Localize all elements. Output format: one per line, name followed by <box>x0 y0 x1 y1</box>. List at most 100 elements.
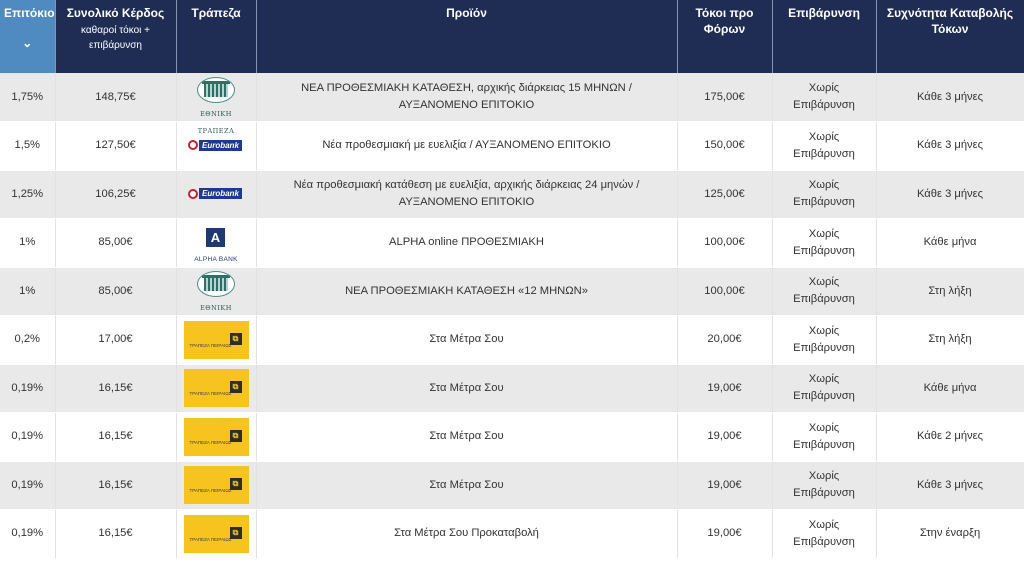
table-row[interactable]: 1% 85,00€ A ALPHA BANK ALPHA online ΠΡΟΘΕ… <box>0 218 1024 268</box>
table-row[interactable]: 0,19% 16,15€ ΤΡΑΠΕΖΑ ΠΕΙΡΑΙΩΣ ⧉ Στα Μέτρα… <box>0 461 1024 510</box>
piraeus-bank-logo[interactable]: ΤΡΑΠΕΖΑ ΠΕΙΡΑΙΩΣ ⧉ <box>183 320 249 359</box>
product-cell[interactable]: Νέα προθεσμιακή κατάθεση με ευελιξία, αρ… <box>256 170 678 219</box>
column-header-label: Επιβάρυνση <box>788 6 860 20</box>
column-header-sublabel: καθαροί τόκοι + επιβάρυνση <box>80 25 151 51</box>
product-cell[interactable]: Στα Μέτρα Σου <box>256 461 678 510</box>
alpha-bank-logo[interactable]: A ALPHA BANK <box>191 227 241 263</box>
column-header-bank[interactable]: Τράπεζα <box>176 0 257 73</box>
interest-cell: 175,00€ <box>677 73 773 122</box>
interest-cell: 150,00€ <box>677 121 773 171</box>
product-cell[interactable]: ΝΕΑ ΠΡΟΘΕΣΜΙΑΚΗ ΚΑΤΑΘΕΣΗ, αρχικής διάρκε… <box>256 73 678 122</box>
charge-cell: Χωρίς Επιβάρυνση <box>772 509 877 559</box>
eurobank-logo[interactable]: Eurobank <box>188 139 244 151</box>
column-header-label: Τράπεζα <box>191 6 241 20</box>
total-gain-cell: 16,15€ <box>55 412 177 462</box>
bank-cell[interactable]: ΤΡΑΠΕΖΑ ΠΕΙΡΑΙΩΣ ⧉ <box>176 509 257 559</box>
interest-cell: 20,00€ <box>677 315 773 365</box>
total-gain-cell: 106,25€ <box>55 170 177 219</box>
rate-cell: 0,2% <box>0 315 56 365</box>
rate-cell: 1,75% <box>0 73 56 122</box>
national-bank-logo-text: ΕΘΝΙΚΗ ΤΡΑΠΕΖΑ <box>197 110 235 135</box>
piraeus-bank-logo-text: ΤΡΑΠΕΖΑ ΠΕΙΡΑΙΩΣ <box>189 536 232 542</box>
piraeus-mark-icon: ⧉ <box>229 381 242 394</box>
column-header-label: Συχνότητα Καταβολής Τόκων <box>886 6 1014 36</box>
national-bank-logo[interactable]: ΕΘΝΙΚΗ ΤΡΑΠΕΖΑ <box>183 270 249 329</box>
column-header-label: Επιτόκιο <box>4 6 55 20</box>
piraeus-bank-logo[interactable]: ΤΡΑΠΕΖΑ ΠΕΙΡΑΙΩΣ ⧉ <box>183 514 249 553</box>
product-cell[interactable]: Στα Μέτρα Σου Προκαταβολή <box>256 509 678 559</box>
interest-cell: 100,00€ <box>677 267 773 316</box>
table-row[interactable]: 1%85,00€ ΕΘΝΙΚΗ ΤΡΑΠΕΖΑ ΝΕΑ ΠΡΟΘΕΣΜΙΑΚΗ … <box>0 267 1024 329</box>
frequency-cell: Κάθε 3 μήνες <box>876 461 1024 510</box>
piraeus-mark-icon: ⧉ <box>229 478 242 491</box>
total-gain-cell: 16,15€ <box>55 509 177 559</box>
column-header-label: Συνολικό Κέρδος <box>66 6 165 20</box>
column-header-charge[interactable]: Επιβάρυνση <box>772 0 877 73</box>
interest-cell: 19,00€ <box>677 509 773 559</box>
product-cell[interactable]: Στα Μέτρα Σου <box>256 412 678 462</box>
table-header-row: Επιτόκιο ⌄ Συνολικό Κέρδος καθαροί τόκοι… <box>0 0 1024 73</box>
charge-cell: Χωρίς Επιβάρυνση <box>772 364 877 413</box>
charge-cell: Χωρίς Επιβάρυνση <box>772 461 877 510</box>
charge-cell: Χωρίς Επιβάρυνση <box>772 267 877 316</box>
eurobank-logo-text: Eurobank <box>199 139 242 151</box>
column-header-frequency[interactable]: Συχνότητα Καταβολής Τόκων <box>876 0 1024 73</box>
bank-cell[interactable]: ΤΡΑΠΕΖΑ ΠΕΙΡΑΙΩΣ ⧉ <box>176 315 257 365</box>
piraeus-bank-logo[interactable]: ΤΡΑΠΕΖΑ ΠΕΙΡΑΙΩΣ ⧉ <box>183 466 249 505</box>
rate-cell: 1% <box>0 267 56 316</box>
bank-cell[interactable]: ΤΡΑΠΕΖΑ ΠΕΙΡΑΙΩΣ ⧉ <box>176 412 257 462</box>
table-row[interactable]: 1,5% 127,50€ Eurobank Νέα προθεσμιακή με … <box>0 121 1024 171</box>
column-header-interest[interactable]: Τόκοι προ Φόρων <box>677 0 773 73</box>
product-cell[interactable]: Στα Μέτρα Σου <box>256 364 678 413</box>
product-cell[interactable]: ΝΕΑ ΠΡΟΘΕΣΜΙΑΚΗ ΚΑΤΑΘΕΣΗ «12 ΜΗΝΩΝ» <box>256 267 678 316</box>
bank-cell[interactable]: Eurobank <box>176 170 257 219</box>
bank-cell[interactable]: A ALPHA BANK <box>176 218 257 268</box>
piraeus-mark-icon: ⧉ <box>229 526 242 539</box>
product-cell[interactable]: Νέα προθεσμιακή με ευελιξία / ΑΥΞΑΝΟΜΕΝΟ… <box>256 121 678 171</box>
interest-cell: 19,00€ <box>677 412 773 462</box>
bank-cell[interactable]: ΕΘΝΙΚΗ ΤΡΑΠΕΖΑ <box>176 267 257 329</box>
frequency-cell: Στη λήξη <box>876 267 1024 316</box>
total-gain-cell: 85,00€ <box>55 267 177 316</box>
interest-cell: 19,00€ <box>677 461 773 510</box>
charge-cell: Χωρίς Επιβάρυνση <box>772 218 877 268</box>
rate-cell: 0,19% <box>0 364 56 413</box>
frequency-cell: Κάθε μήνα <box>876 218 1024 268</box>
table-row[interactable]: 1,25% 106,25€ Eurobank Νέα προθεσμιακή κα… <box>0 170 1024 219</box>
product-cell[interactable]: Στα Μέτρα Σου <box>256 315 678 365</box>
bank-cell[interactable]: ΤΡΑΠΕΖΑ ΠΕΙΡΑΙΩΣ ⧉ <box>176 364 257 413</box>
total-gain-cell: 17,00€ <box>55 315 177 365</box>
table-row[interactable]: 0,19% 16,15€ ΤΡΑΠΕΖΑ ΠΕΙΡΑΙΩΣ ⧉ Στα Μέτρα… <box>0 509 1024 559</box>
bank-cell[interactable]: ΤΡΑΠΕΖΑ ΠΕΙΡΑΙΩΣ ⧉ <box>176 461 257 510</box>
table-row[interactable]: 0,19% 16,15€ ΤΡΑΠΕΖΑ ΠΕΙΡΑΙΩΣ ⧉ Στα Μέτρα… <box>0 364 1024 413</box>
bank-cell[interactable]: ΕΘΝΙΚΗ ΤΡΑΠΕΖΑ <box>176 73 257 135</box>
eurobank-logo[interactable]: Eurobank <box>188 188 244 200</box>
piraeus-bank-logo-text: ΤΡΑΠΕΖΑ ΠΕΙΡΑΙΩΣ <box>189 488 232 494</box>
column-header-product[interactable]: Προϊόν <box>256 0 678 73</box>
national-bank-logo[interactable]: ΕΘΝΙΚΗ ΤΡΑΠΕΖΑ <box>183 76 249 135</box>
piraeus-bank-logo-text: ΤΡΑΠΕΖΑ ΠΕΙΡΑΙΩΣ <box>189 439 232 445</box>
frequency-cell: Στη λήξη <box>876 315 1024 365</box>
rate-cell: 0,19% <box>0 509 56 559</box>
piraeus-mark-icon: ⧉ <box>229 332 242 345</box>
charge-cell: Χωρίς Επιβάρυνση <box>772 170 877 219</box>
total-gain-cell: 16,15€ <box>55 364 177 413</box>
frequency-cell: Κάθε 2 μήνες <box>876 412 1024 462</box>
charge-cell: Χωρίς Επιβάρυνση <box>772 315 877 365</box>
table-row[interactable]: 0,19% 16,15€ ΤΡΑΠΕΖΑ ΠΕΙΡΑΙΩΣ ⧉ Στα Μέτρα… <box>0 412 1024 462</box>
column-header-total-gain[interactable]: Συνολικό Κέρδος καθαροί τόκοι + επιβάρυν… <box>55 0 177 73</box>
piraeus-bank-logo[interactable]: ΤΡΑΠΕΖΑ ΠΕΙΡΑΙΩΣ ⧉ <box>183 369 249 408</box>
eurobank-mark-icon <box>188 140 198 151</box>
column-header-rate[interactable]: Επιτόκιο ⌄ <box>0 0 56 73</box>
rate-cell: 1,25% <box>0 170 56 219</box>
rate-cell: 1,5% <box>0 121 56 171</box>
chevron-down-icon[interactable]: ⌄ <box>4 35 51 51</box>
eurobank-logo-text: Eurobank <box>199 188 242 200</box>
total-gain-cell: 16,15€ <box>55 461 177 510</box>
product-cell[interactable]: ALPHA online ΠΡΟΘΕΣΜΙΑΚΗ <box>256 218 678 268</box>
piraeus-bank-logo[interactable]: ΤΡΑΠΕΖΑ ΠΕΙΡΑΙΩΣ ⧉ <box>183 417 249 456</box>
table-row[interactable]: 1,75% 148,75€ ΕΘΝΙΚΗ ΤΡΑΠΕΖΑ ΝΕΑ ΠΡΟΘΕΣΜΙ… <box>0 73 1024 135</box>
interest-cell: 125,00€ <box>677 170 773 219</box>
charge-cell: Χωρίς Επιβάρυνση <box>772 73 877 122</box>
table-row[interactable]: 0,2% 17,00€ ΤΡΑΠΕΖΑ ΠΕΙΡΑΙΩΣ ⧉ Στα Μέτρα … <box>0 315 1024 365</box>
